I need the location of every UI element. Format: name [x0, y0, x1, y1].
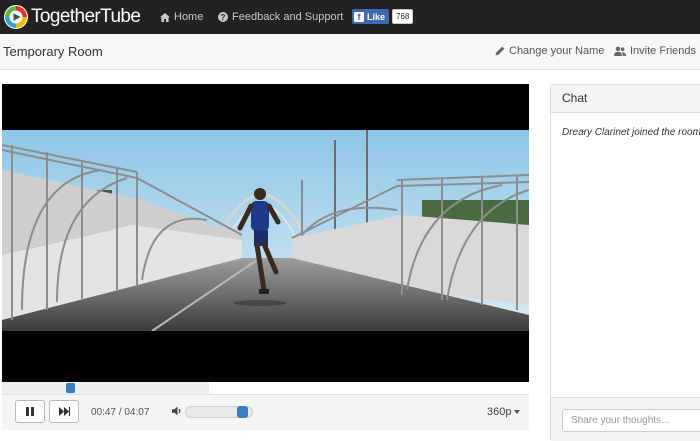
change-name-link[interactable]: Change your Name [495, 45, 604, 57]
top-navbar: TogetherTube Home ? Feedback and Support… [0, 0, 700, 34]
brand-home-link[interactable]: TogetherTube [3, 3, 141, 31]
nav-feedback-link[interactable]: ? Feedback and Support [218, 0, 343, 34]
togethertube-logo-icon [4, 5, 28, 29]
seek-buffered [2, 382, 209, 394]
chat-panel: Chat Dreary Clarinet joined the room [550, 84, 700, 441]
fast-forward-icon [58, 407, 70, 416]
caret-down-icon [514, 410, 521, 414]
facebook-like-widget: f Like 768 [352, 9, 414, 24]
facebook-like-count: 768 [392, 9, 414, 24]
invite-friends-link[interactable]: Invite Friends [614, 45, 696, 57]
room-title: Temporary Room [3, 44, 103, 59]
player-controls: 00:47 / 04:07 360p [2, 394, 529, 430]
pause-icon [26, 407, 34, 416]
chat-message: Dreary Clarinet joined the room [562, 127, 700, 138]
svg-text:?: ? [221, 13, 226, 22]
chat-footer [551, 397, 700, 441]
video-frame [2, 130, 529, 331]
time-display: 00:47 / 04:07 [91, 407, 149, 418]
question-circle-icon: ? [218, 12, 228, 22]
quality-label: 360p [487, 406, 512, 418]
nav-feedback-label: Feedback and Support [232, 11, 344, 23]
volume-icon[interactable] [172, 406, 182, 416]
facebook-like-label: Like [367, 11, 386, 22]
pause-button[interactable] [15, 400, 45, 423]
current-time: 00:47 [91, 407, 117, 418]
pencil-icon [495, 46, 505, 56]
seek-handle[interactable] [66, 383, 76, 393]
chat-title: Chat [551, 85, 700, 113]
chat-input[interactable] [562, 409, 700, 432]
nav-home-label: Home [174, 11, 204, 23]
next-button[interactable] [49, 400, 79, 423]
invite-friends-label: Invite Friends [630, 45, 697, 57]
nav-home-link[interactable]: Home [160, 0, 203, 34]
users-icon [614, 46, 626, 56]
seek-bar[interactable] [2, 382, 209, 394]
quality-select[interactable]: 360p [487, 406, 521, 418]
volume-handle[interactable] [236, 406, 248, 418]
volume-slider[interactable] [185, 406, 253, 418]
facebook-like-button[interactable]: f Like [352, 9, 390, 24]
duration: 04:07 [124, 407, 150, 418]
video-player[interactable] [2, 84, 529, 382]
room-header: Temporary Room Change your Name Invite F… [0, 34, 700, 70]
brand-name: TogetherTube [31, 6, 141, 27]
home-icon [160, 12, 170, 22]
facebook-f-icon: f [354, 11, 364, 22]
change-name-label: Change your Name [509, 45, 605, 57]
